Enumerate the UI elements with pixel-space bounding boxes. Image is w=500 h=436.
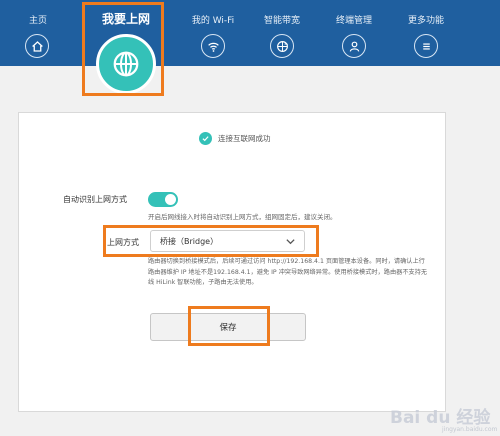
status-text: 连接互联网成功 [218,133,271,143]
nav-label: 主页 [28,16,47,26]
connection-mode-label: 上网方式 [107,238,139,247]
nav-item-wifi[interactable]: 我的 Wi-Fi [175,0,251,66]
bandwidth-icon [270,34,294,58]
nav-item-bandwidth[interactable]: 智能带宽 [244,0,320,66]
connection-mode-select[interactable]: 桥接（Bridge） [150,230,305,252]
connection-status: 连接互联网成功 [199,131,271,145]
home-icon [25,34,49,58]
nav-item-home[interactable]: 主页 [0,0,76,66]
nav-label: 更多功能 [407,16,444,26]
bridge-mode-note: 路由器切换到桥接模式后，后续可通过访问 http://192.168.4.1 页… [148,258,428,286]
chevron-down-icon [286,239,295,245]
wifi-icon [201,34,225,58]
nav-label: 我的 Wi-Fi [191,16,235,26]
toggle-knob [165,194,176,205]
auto-detect-toggle[interactable] [148,192,178,207]
menu-icon [414,34,438,58]
nav-item-internet[interactable]: 我要上网 [88,0,164,96]
save-button[interactable]: 保存 [150,313,306,341]
nav-item-more[interactable]: 更多功能 [388,0,464,66]
auto-detect-label: 自动识别上网方式 [63,195,127,204]
check-circle-icon [199,131,212,145]
watermark-logo: Bai du 经验 [390,408,491,428]
selected-mode: 桥接（Bridge） [160,237,219,246]
watermark-url: jingyan.baidu.com [442,426,498,433]
nav-label: 终端管理 [335,16,372,26]
nav-label: 我要上网 [101,12,150,26]
nav-item-devices[interactable]: 终端管理 [316,0,392,66]
auto-detect-hint: 开启后网线接入时将自动识别上网方式，组网固定后，建议关闭。 [148,213,337,221]
nav-label: 智能带宽 [263,16,300,26]
user-icon [342,34,366,58]
globe-icon [96,34,156,94]
